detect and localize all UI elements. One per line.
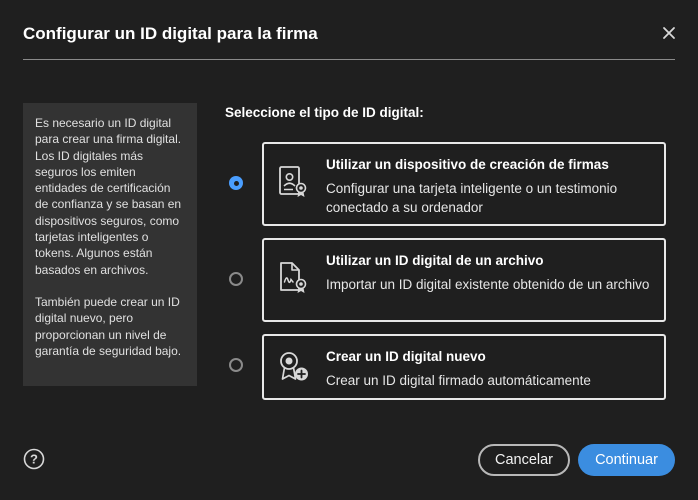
info-paragraph-1: Es necesario un ID digital para crear un…: [35, 116, 182, 277]
option-title: Crear un ID digital nuevo: [326, 349, 486, 364]
signature-device-icon: [279, 166, 307, 197]
option-signature-device[interactable]: Utilizar un dispositivo de creación de f…: [262, 142, 666, 226]
close-icon: [663, 27, 675, 39]
option-description: Configurar una tarjeta inteligente o un …: [326, 181, 618, 215]
option-description: Importar un ID digital existente obtenid…: [326, 277, 650, 292]
svg-text:?: ?: [30, 452, 38, 467]
radio-signature-device[interactable]: [229, 176, 243, 190]
option-new-digital-id[interactable]: Crear un ID digital nuevo Crear un ID di…: [262, 334, 666, 400]
selection-label: Seleccione el tipo de ID digital:: [225, 105, 424, 120]
help-icon: ?: [23, 448, 45, 470]
option-digital-id-file[interactable]: Utilizar un ID digital de un archivo Imp…: [262, 238, 666, 322]
help-button[interactable]: ?: [23, 448, 45, 470]
info-paragraph-2: También puede crear un ID digital nuevo,…: [35, 294, 182, 358]
option-title: Utilizar un ID digital de un archivo: [326, 253, 544, 268]
radio-new-digital-id[interactable]: [229, 358, 243, 372]
continue-button[interactable]: Continuar: [578, 444, 675, 476]
dialog-title: Configurar un ID digital para la firma: [23, 24, 318, 43]
digital-id-dialog: Configurar un ID digital para la firma E…: [0, 0, 698, 500]
radio-digital-id-file[interactable]: [229, 272, 243, 286]
option-description: Crear un ID digital firmado automáticame…: [326, 373, 591, 388]
option-title: Utilizar un dispositivo de creación de f…: [326, 157, 609, 172]
digital-id-file-icon: [280, 262, 307, 293]
close-button[interactable]: [658, 22, 680, 44]
header-divider: [23, 59, 675, 60]
new-digital-id-icon: [280, 352, 308, 381]
info-panel: Es necesario un ID digital para crear un…: [23, 103, 197, 386]
cancel-button[interactable]: Cancelar: [478, 444, 570, 476]
